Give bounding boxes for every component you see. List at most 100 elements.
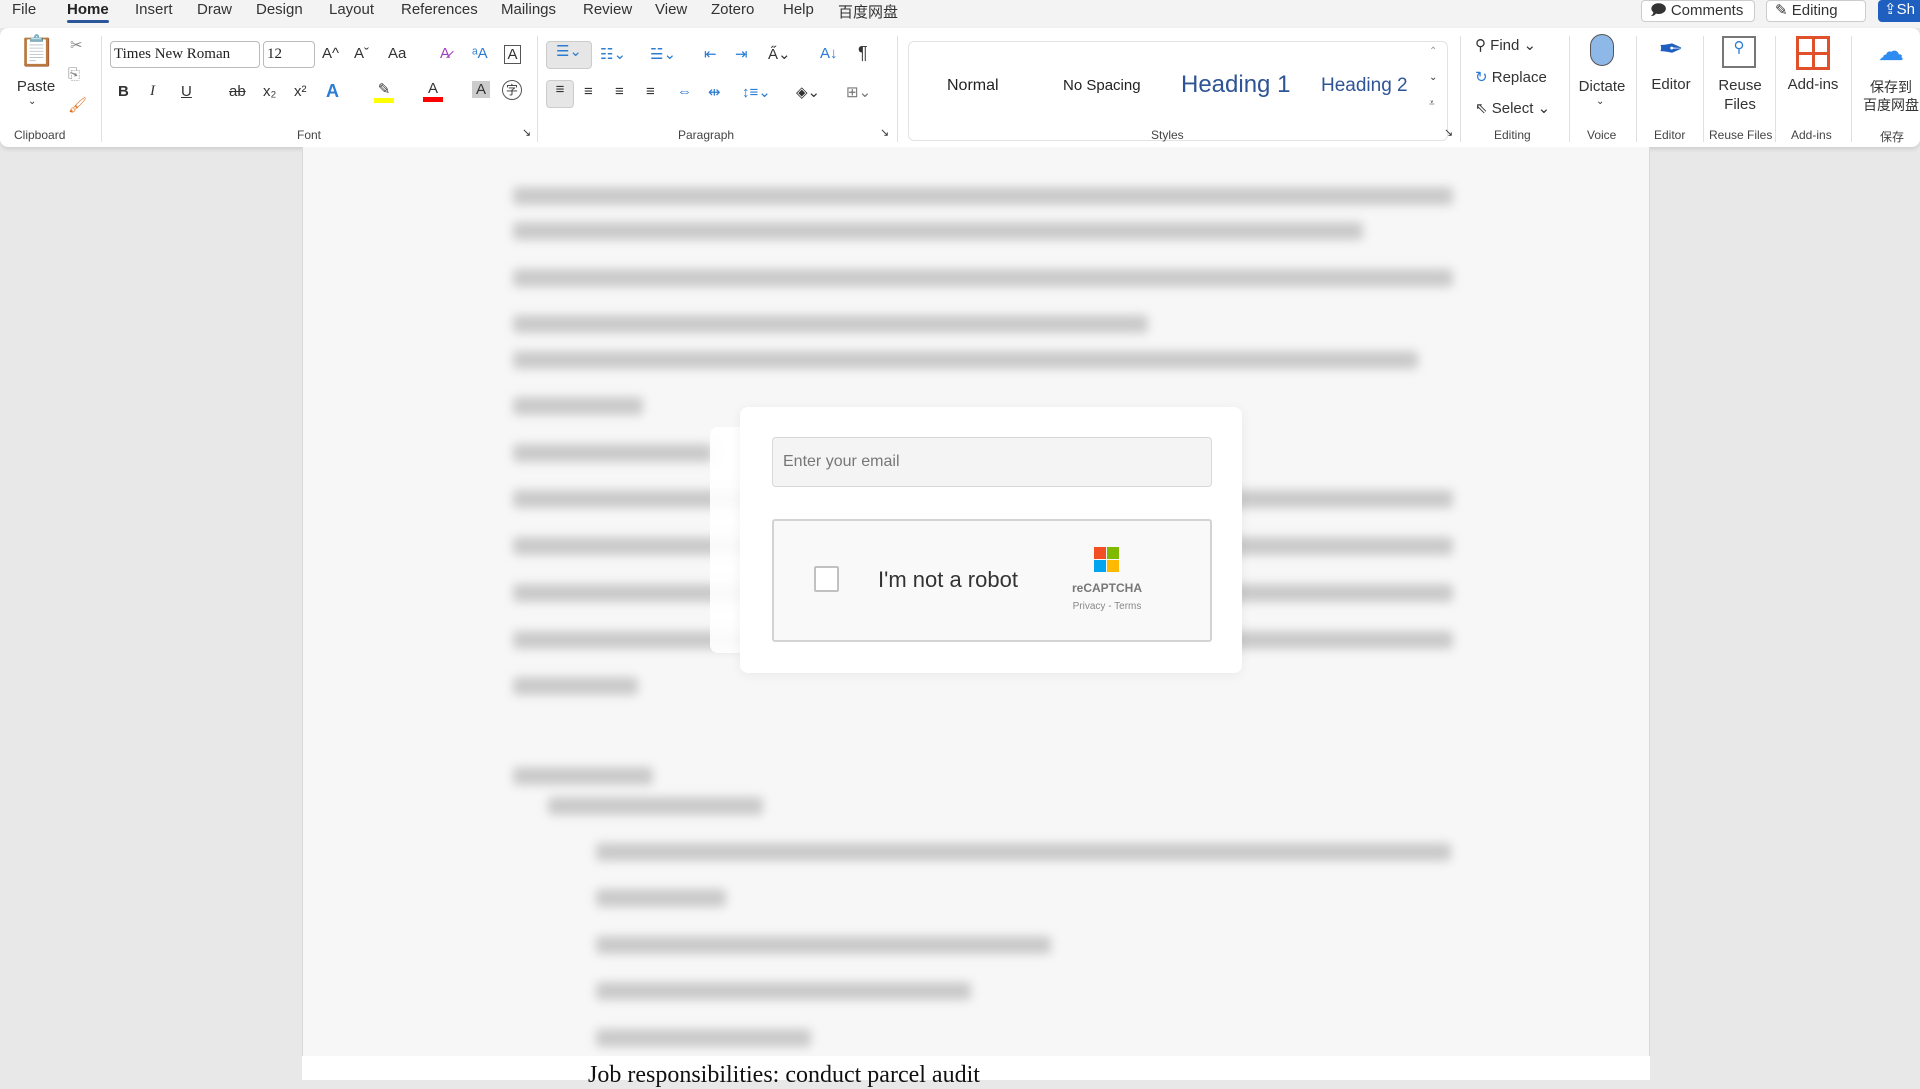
column-spacing-icon[interactable]: ⇹ — [708, 83, 721, 101]
text-effects-icon[interactable]: A — [326, 81, 339, 102]
baidu-cloud-icon[interactable]: ☁ — [1872, 36, 1910, 67]
font-size-select[interactable]: 12 — [263, 41, 315, 68]
tab-layout[interactable]: Layout — [329, 1, 374, 18]
tab-review[interactable]: Review — [583, 1, 632, 18]
find-button[interactable]: ⚲ Find ⌄ — [1475, 36, 1536, 54]
asian-layout-icon[interactable]: A̋⌄ — [768, 45, 791, 63]
style-normal[interactable]: Normal — [947, 77, 999, 95]
font-dialog-launcher-icon[interactable]: ↘ — [522, 126, 531, 139]
align-right-icon[interactable]: ≡ — [615, 83, 624, 100]
divider — [1460, 36, 1461, 142]
highlight-color-icon[interactable]: ✎ — [374, 80, 394, 103]
voice-group-label: Voice — [1587, 128, 1617, 142]
character-border-icon[interactable]: A — [504, 45, 521, 64]
format-painter-icon[interactable]: 🖌 — [68, 96, 87, 114]
increase-indent-icon[interactable]: ⇥ — [735, 45, 748, 63]
share-button[interactable]: ⇪Sh — [1878, 0, 1920, 22]
email-input[interactable] — [772, 437, 1212, 487]
chevron-down-icon[interactable]: ⌄ — [28, 96, 36, 107]
style-no-spacing[interactable]: No Spacing — [1063, 77, 1141, 94]
tab-references[interactable]: References — [401, 1, 478, 18]
line-spacing-icon[interactable]: ↕≡⌄ — [742, 83, 771, 101]
align-left-button[interactable]: ≡ — [546, 80, 574, 108]
save-to-baidu-button[interactable]: 保存到 百度网盘 — [1858, 78, 1920, 114]
recaptcha-checkbox[interactable] — [814, 566, 839, 592]
tab-baidu[interactable]: 百度网盘 — [838, 1, 898, 22]
add-ins-icon[interactable] — [1796, 36, 1830, 70]
microphone-icon[interactable] — [1590, 34, 1614, 66]
cut-icon[interactable]: ✂ — [70, 36, 83, 54]
shrink-font-button[interactable]: Aˇ — [354, 45, 369, 62]
strikethrough-button[interactable]: ab — [229, 83, 246, 100]
tab-mailings[interactable]: Mailings — [501, 1, 556, 18]
align-center-icon[interactable]: ≡ — [584, 83, 593, 100]
superscript-button[interactable]: x² — [294, 83, 307, 100]
show-formatting-button[interactable]: ¶ — [858, 43, 868, 64]
dictate-button[interactable]: Dictate — [1578, 78, 1626, 95]
share-label: Sh — [1896, 1, 1915, 18]
replace-button[interactable]: ↻ Replace — [1475, 68, 1547, 86]
chevron-down-icon[interactable]: ⌄ — [1596, 96, 1604, 107]
tab-view[interactable]: View — [655, 1, 687, 18]
grow-font-button[interactable]: A^ — [322, 45, 339, 62]
pencil-icon: ✎ — [1775, 2, 1792, 19]
subscript-button[interactable]: x₂ — [263, 83, 276, 100]
add-ins-button[interactable]: Add-ins — [1782, 76, 1844, 93]
editing-mode-button[interactable]: ✎ Editing — [1766, 0, 1866, 22]
tab-help[interactable]: Help — [783, 1, 814, 18]
paste-button[interactable]: Paste — [14, 78, 58, 95]
character-shading-icon[interactable]: A — [472, 81, 490, 98]
select-button[interactable]: ⇖ Select ⌄ — [1475, 99, 1550, 117]
tab-home[interactable]: Home — [67, 1, 109, 23]
baidu-group-label: 保存 — [1880, 130, 1905, 144]
blurred-text-line — [548, 797, 763, 815]
tab-insert[interactable]: Insert — [135, 1, 173, 18]
clear-formatting-icon[interactable]: A̷ — [440, 45, 450, 62]
text-effects-phonetic-icon[interactable]: ᵃA — [472, 45, 488, 62]
editing-label: Editing — [1791, 2, 1838, 19]
recaptcha-widget: I'm not a robot reCAPTCHA Privacy - Term… — [772, 519, 1212, 642]
comments-button[interactable]: 🗩 Comments — [1641, 0, 1755, 22]
sort-icon[interactable]: A↓ — [820, 45, 838, 62]
bullets-button[interactable]: ☰⌄ — [546, 41, 592, 69]
bold-button[interactable]: B — [118, 83, 129, 100]
shading-icon[interactable]: ◈⌄ — [796, 83, 820, 101]
copy-icon[interactable]: ⎘ — [68, 66, 80, 83]
paste-icon[interactable]: 📋 — [18, 34, 55, 69]
multilevel-list-icon[interactable]: ☱⌄ — [650, 45, 676, 63]
underline-button[interactable]: U — [181, 83, 192, 100]
clipboard-group-label: Clipboard — [14, 128, 66, 142]
blurred-text-line — [513, 397, 643, 415]
tab-draw[interactable]: Draw — [197, 1, 232, 18]
font-color-icon[interactable]: A — [423, 80, 443, 102]
styles-more-icon[interactable]: ⩡ — [1429, 98, 1435, 109]
styles-scroll-down-icon[interactable]: ⌄ — [1429, 72, 1437, 83]
select-label: Select — [1491, 100, 1534, 117]
styles-scroll-up-icon[interactable]: ⌃ — [1429, 46, 1437, 57]
style-heading-2[interactable]: Heading 2 — [1321, 75, 1408, 97]
numbering-icon[interactable]: ☷⌄ — [600, 45, 626, 63]
decrease-indent-icon[interactable]: ⇤ — [704, 45, 717, 63]
editor-button[interactable]: Editor — [1645, 76, 1697, 93]
blurred-text-line — [513, 677, 638, 695]
borders-icon[interactable]: ⊞⌄ — [846, 83, 871, 101]
tab-design[interactable]: Design — [256, 1, 303, 18]
reuse-files-icon[interactable]: ⚲ — [1722, 36, 1756, 68]
paragraph-dialog-launcher-icon[interactable]: ↘ — [880, 126, 889, 139]
reuse-files-button[interactable]: Reuse Files — [1712, 76, 1768, 114]
blurred-text-line — [596, 843, 1451, 861]
font-name-select[interactable]: Times New Roman — [110, 41, 260, 68]
distributed-icon[interactable]: ⇔ — [677, 83, 692, 100]
italic-button[interactable]: I — [150, 83, 155, 100]
recaptcha-privacy-terms-link[interactable]: Privacy - Terms — [1064, 601, 1150, 612]
tab-file[interactable]: File — [12, 1, 36, 18]
style-heading-1[interactable]: Heading 1 — [1181, 71, 1290, 99]
styles-dialog-launcher-icon[interactable]: ↘ — [1444, 126, 1453, 139]
divider — [1569, 36, 1570, 142]
tab-zotero[interactable]: Zotero — [711, 1, 754, 18]
justify-icon[interactable]: ≡ — [646, 83, 655, 100]
blurred-text-line — [596, 889, 726, 907]
editor-pen-icon[interactable]: ✒ — [1650, 32, 1692, 67]
enclose-characters-icon[interactable]: 字 — [502, 80, 522, 100]
change-case-button[interactable]: Aa — [388, 45, 406, 62]
